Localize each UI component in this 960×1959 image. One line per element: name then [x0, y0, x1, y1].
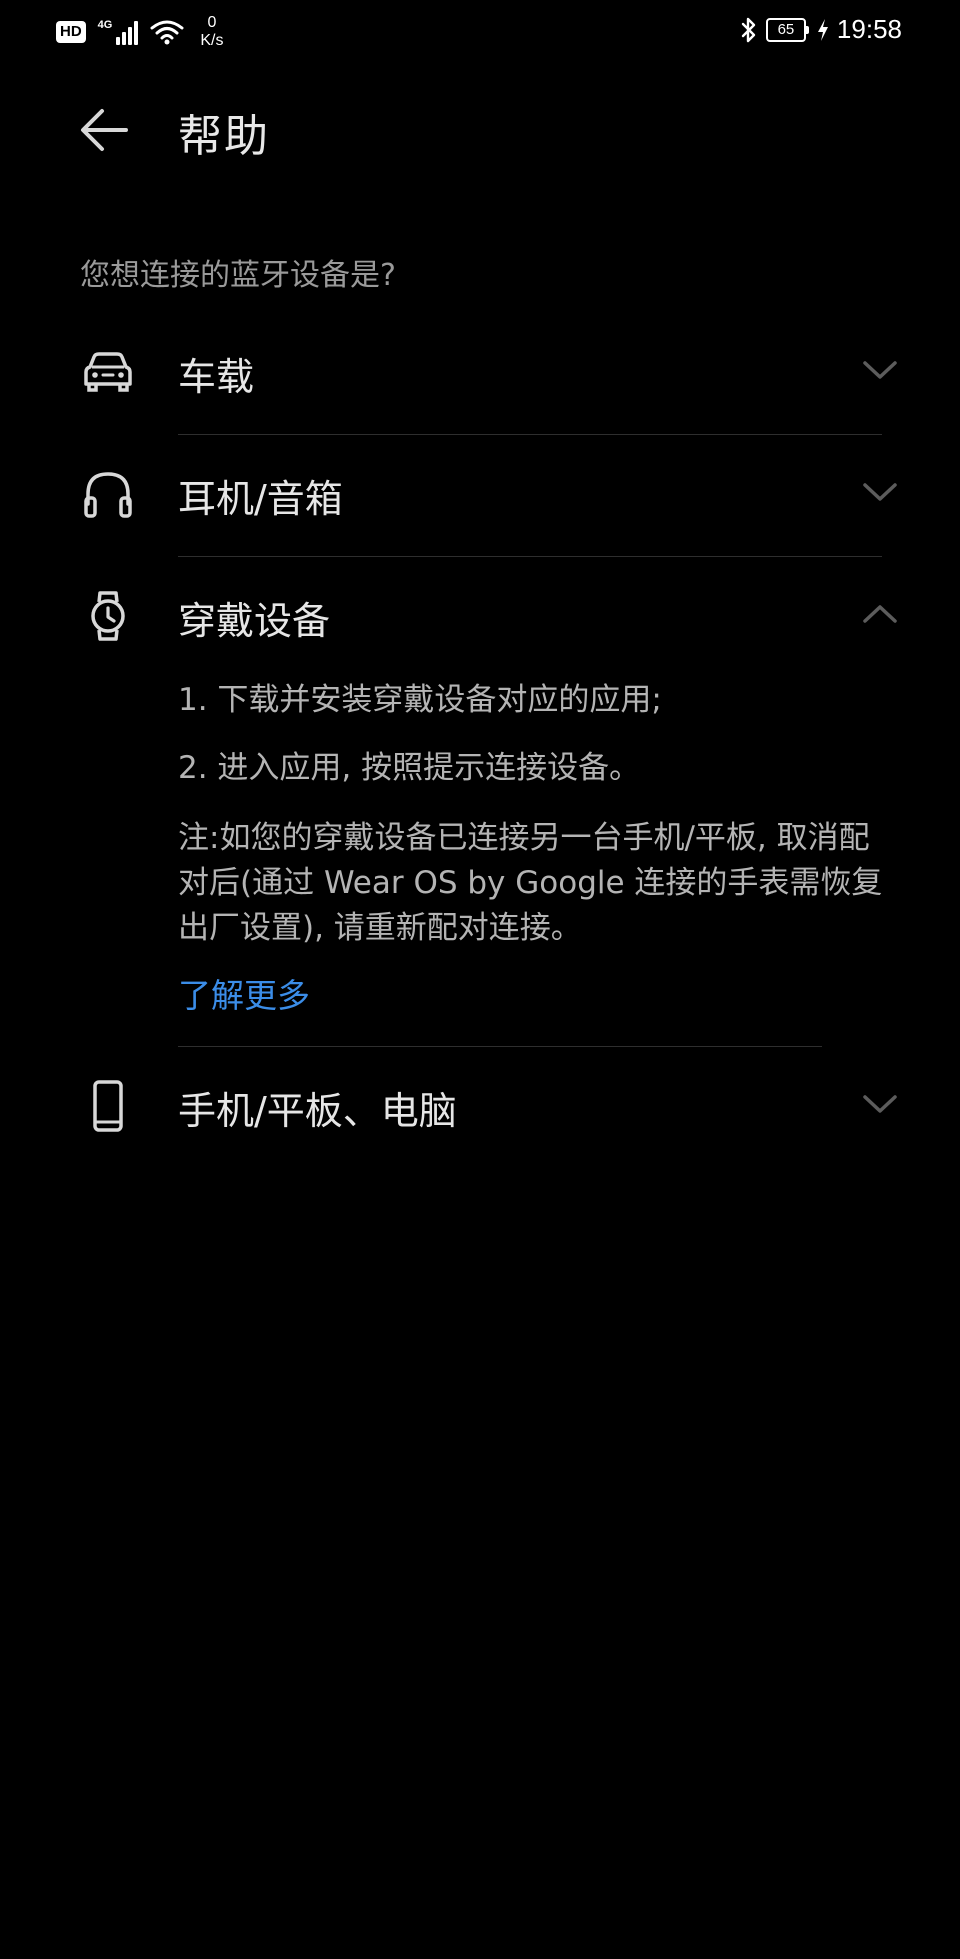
network-type: 4G — [97, 19, 113, 31]
list-item-wearable[interactable]: 穿戴设备 — [0, 558, 960, 678]
wifi-icon — [150, 20, 184, 45]
car-icon — [84, 352, 132, 392]
status-right: 65 19:58 — [740, 14, 902, 45]
back-button[interactable] — [78, 106, 130, 154]
speed-value: 0 — [207, 14, 217, 31]
list-item-car[interactable]: 车载 — [0, 314, 960, 434]
divider — [178, 1046, 822, 1047]
bluetooth-icon — [741, 17, 756, 42]
signal-icon: 4G — [98, 19, 139, 45]
divider — [178, 556, 882, 557]
chevron-up-icon — [863, 605, 897, 623]
status-left: HD 4G 0 K/s — [56, 14, 223, 50]
network-speed: 0 K/s — [200, 14, 223, 50]
hd-badge: HD — [56, 21, 86, 43]
instruction-step-2: 2. 进入应用, 按照提示连接设备。 — [178, 750, 641, 786]
headphones-icon — [84, 472, 132, 518]
status-bar: HD 4G 0 K/s 65 19:58 — [0, 0, 960, 60]
wearable-note: 注:如您的穿戴设备已连接另一台手机/平板, 取消配对后(通过 Wear OS b… — [178, 820, 883, 946]
divider — [178, 434, 882, 435]
back-arrow-icon — [81, 109, 128, 151]
chevron-down-icon — [863, 483, 897, 501]
speed-unit: K/s — [200, 32, 224, 49]
list-item-label: 穿戴设备 — [178, 599, 331, 643]
list-item-phone-tablet-pc[interactable]: 手机/平板、电脑 — [0, 1048, 960, 1168]
list-item-label: 耳机/音箱 — [178, 477, 343, 521]
chevron-down-icon — [863, 1095, 897, 1113]
phone-icon — [93, 1080, 123, 1132]
list-item-label: 车载 — [178, 355, 255, 399]
watch-icon — [91, 591, 125, 641]
app-bar: 帮助 — [0, 90, 960, 170]
wearable-detail-panel: 1. 下载并安装穿戴设备对应的应用; 2. 进入应用, 按照提示连接设备。 注:… — [178, 680, 888, 1017]
charging-icon — [817, 18, 828, 41]
battery-icon: 65 — [765, 17, 809, 42]
question-text: 您想连接的蓝牙设备是? — [80, 258, 396, 293]
page-title: 帮助 — [178, 111, 270, 162]
list-item-label: 手机/平板、电脑 — [178, 1089, 457, 1133]
list-item-headphones[interactable]: 耳机/音箱 — [0, 436, 960, 556]
learn-more-link[interactable]: 了解更多 — [178, 969, 310, 1017]
clock: 19:58 — [836, 14, 902, 44]
battery-level: 65 — [765, 17, 806, 42]
chevron-down-icon — [863, 361, 897, 379]
instruction-step-1: 1. 下载并安装穿戴设备对应的应用; — [178, 682, 662, 718]
